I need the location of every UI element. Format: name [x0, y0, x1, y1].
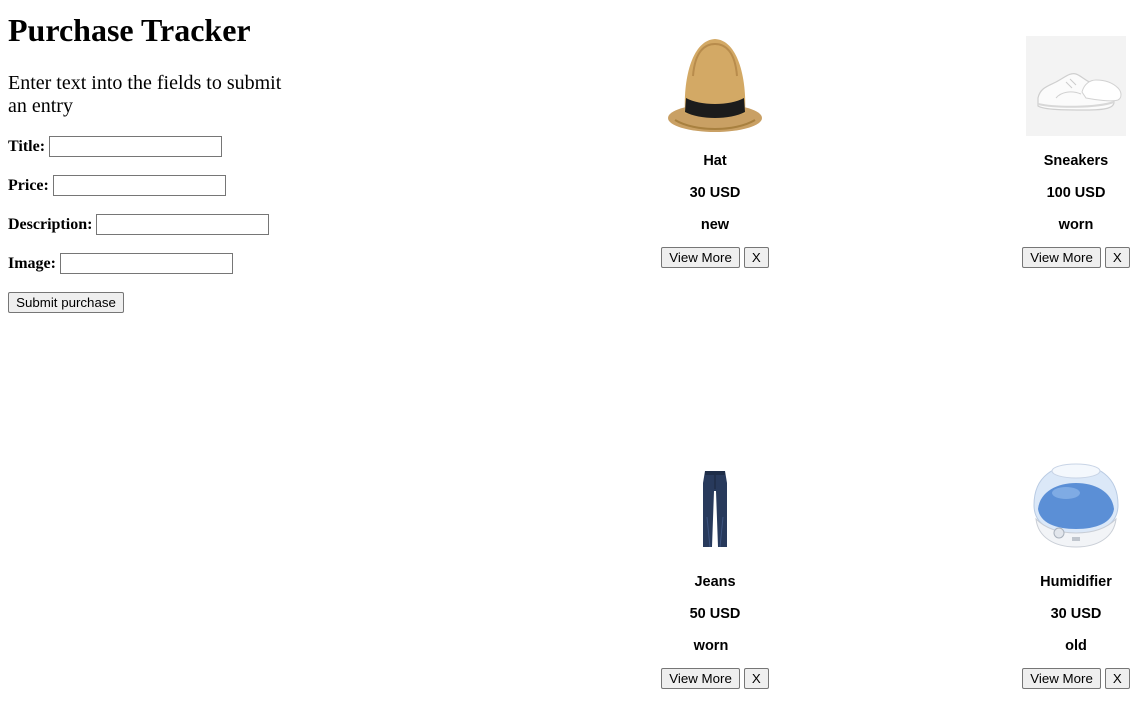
card-actions: View More X: [996, 668, 1147, 689]
product-card-sneakers: Sneakers 100 USD worn View More X: [996, 36, 1147, 268]
page-subtitle: Enter text into the fields to submit an …: [8, 72, 282, 117]
view-more-button[interactable]: View More: [661, 247, 740, 268]
view-more-button[interactable]: View More: [1022, 668, 1101, 689]
product-title: Humidifier: [1040, 574, 1112, 590]
product-card-hat: Hat 30 USD new View More X: [635, 36, 795, 268]
product-card-jeans: Jeans 50 USD worn View More X: [635, 457, 795, 689]
view-more-button[interactable]: View More: [661, 668, 740, 689]
product-card-humidifier: Humidifier 30 USD old View More X: [996, 457, 1147, 689]
product-price: 30 USD: [689, 185, 741, 201]
view-more-button[interactable]: View More: [1022, 247, 1101, 268]
product-title: Sneakers: [1043, 153, 1109, 169]
card-actions: View More X: [996, 247, 1147, 268]
product-price: 50 USD: [689, 606, 741, 622]
product-condition: worn: [693, 638, 729, 654]
product-price: 100 USD: [1046, 185, 1106, 201]
delete-button[interactable]: X: [1104, 668, 1130, 689]
description-label: Description:: [8, 215, 93, 233]
image-field-row: Image:: [8, 253, 233, 274]
delete-button[interactable]: X: [1104, 247, 1130, 268]
card-actions: View More X: [635, 668, 795, 689]
price-input[interactable]: [52, 175, 226, 196]
product-title: Jeans: [694, 574, 736, 590]
product-condition: worn: [1058, 217, 1094, 233]
title-label: Title:: [8, 137, 46, 155]
card-actions: View More X: [635, 247, 795, 268]
title-input[interactable]: [49, 136, 223, 157]
submit-purchase-button[interactable]: Submit purchase: [8, 292, 124, 313]
jeans-image: [665, 457, 765, 557]
delete-button[interactable]: X: [743, 668, 769, 689]
product-condition: old: [1065, 638, 1087, 654]
hat-image: [665, 36, 765, 136]
image-label: Image:: [8, 254, 56, 272]
product-price: 30 USD: [1050, 606, 1102, 622]
purchase-form-section: Purchase Tracker Enter text into the fie…: [8, 0, 298, 313]
description-input[interactable]: [96, 214, 270, 235]
delete-button[interactable]: X: [743, 247, 769, 268]
price-field-row: Price:: [8, 175, 226, 196]
description-field-row: Description:: [8, 214, 270, 235]
product-title: Hat: [703, 153, 727, 169]
page-title: Purchase Tracker: [8, 12, 251, 48]
price-label: Price:: [8, 176, 49, 194]
image-input[interactable]: [59, 253, 233, 274]
humidifier-image: [1026, 457, 1126, 557]
product-condition: new: [700, 217, 730, 233]
title-field-row: Title:: [8, 136, 223, 157]
sneakers-image: [1026, 36, 1126, 136]
